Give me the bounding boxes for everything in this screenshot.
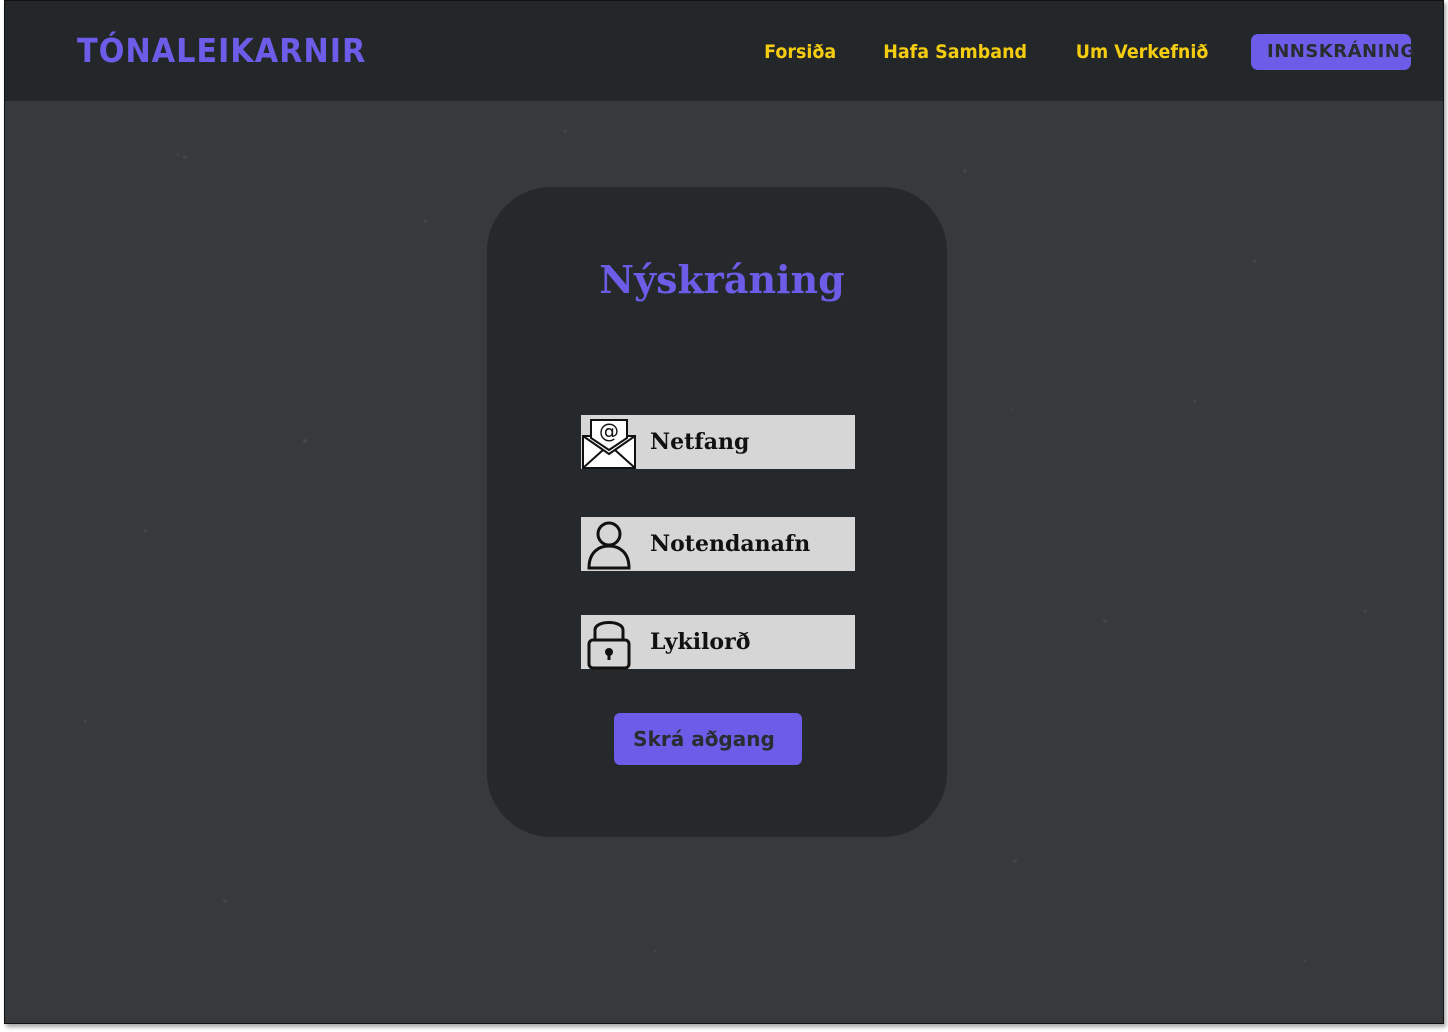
lock-icon bbox=[581, 615, 637, 670]
email-field[interactable]: @ Netfang bbox=[581, 415, 855, 469]
user-icon bbox=[581, 517, 637, 571]
top-navbar: TÓNALEIKARNIR Forsiða Hafa Samband Um Ve… bbox=[5, 1, 1443, 101]
username-field[interactable]: Notendanafn bbox=[581, 517, 855, 571]
signup-title: Nýskráning bbox=[599, 257, 845, 302]
envelope-at-icon: @ bbox=[581, 415, 637, 469]
register-button[interactable]: Skrá aðgang bbox=[614, 713, 802, 765]
nav-link-hafa-samband[interactable]: Hafa Samband bbox=[883, 41, 1027, 63]
nav-link-um-verkefnid[interactable]: Um Verkefnið bbox=[1076, 41, 1209, 63]
brand-logo[interactable]: TÓNALEIKARNIR bbox=[77, 31, 366, 70]
password-field-label: Lykilorð bbox=[650, 629, 751, 655]
login-button[interactable]: INNSKRÁNING bbox=[1251, 34, 1415, 70]
page-frame: TÓNALEIKARNIR Forsiða Hafa Samband Um Ve… bbox=[4, 0, 1444, 1024]
nav-link-forsida[interactable]: Forsiða bbox=[764, 41, 836, 63]
svg-text:@: @ bbox=[599, 419, 619, 443]
email-field-label: Netfang bbox=[650, 429, 750, 455]
password-field[interactable]: Lykilorð bbox=[581, 615, 855, 670]
main-nav: Forsiða Hafa Samband Um Verkefnið INNSKR… bbox=[761, 34, 1415, 70]
signup-card: Nýskráning @ Netfang Notendanafn Lykilor… bbox=[487, 187, 947, 837]
username-field-label: Notendanafn bbox=[650, 531, 811, 557]
